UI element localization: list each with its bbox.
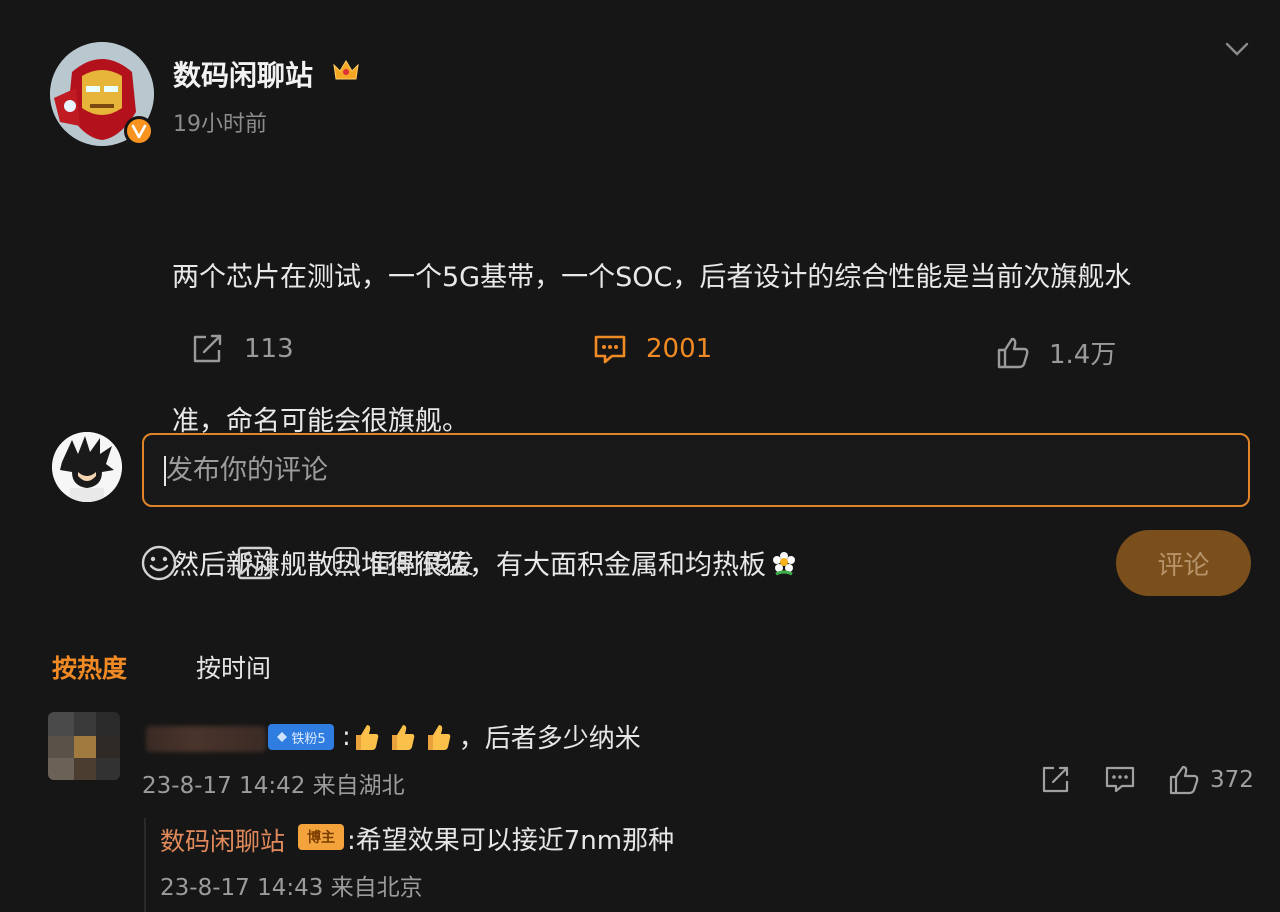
comment-like-action[interactable]: 372	[1168, 764, 1254, 796]
share-icon	[193, 334, 222, 363]
tab-sort-by-time[interactable]: 按时间	[196, 649, 271, 685]
commenter-name-redacted	[146, 726, 266, 752]
post-body-line: 两个芯片在测试，一个5G基带，一个SOC，后者设计的综合性能是当前次旗舰水	[172, 262, 1132, 293]
verified-badge-icon	[124, 116, 154, 146]
chevron-down-icon[interactable]	[1222, 38, 1252, 60]
flower-emoji-icon	[770, 546, 798, 576]
comment-share-icon[interactable]	[1040, 764, 1072, 796]
submit-comment-button[interactable]: 评论	[1116, 530, 1251, 596]
diamond-icon	[277, 732, 288, 742]
comment-icon	[594, 335, 626, 364]
emoji-icon[interactable]	[140, 544, 178, 582]
comment-action[interactable]: 2001	[592, 332, 712, 366]
weibo-post-page: 数码闲聊站 19小时前 两个芯片在测试，一个5G基带，一个SOC，后者设计的综合…	[0, 0, 1280, 912]
thumbs-up-emoji-icon	[355, 724, 379, 750]
like-action[interactable]: 1.4万	[995, 334, 1116, 371]
reply-author-name[interactable]: 数码闲聊站	[160, 822, 285, 858]
image-upload-icon[interactable]	[236, 544, 274, 582]
thumbs-up-emoji-icon	[427, 724, 451, 750]
comment-text-body: ，后者多少纳米	[458, 724, 641, 754]
thumbs-up-icon	[1169, 765, 1199, 795]
crown-icon	[331, 56, 361, 84]
fan-level-label: 铁粉5	[291, 731, 326, 747]
tab-sort-by-hot[interactable]: 按热度	[52, 649, 127, 685]
blogger-badge: 博主	[298, 824, 344, 850]
post-author-name[interactable]: 数码闲聊站	[173, 54, 313, 94]
post-body: 两个芯片在测试，一个5G基带，一个SOC，后者设计的综合性能是当前次旗舰水 准，…	[172, 158, 1252, 686]
comment-reply-icon[interactable]	[1104, 764, 1136, 796]
thumbs-up-icon	[997, 337, 1029, 368]
post-time: 19小时前	[173, 112, 267, 137]
like-count: 1.4万	[1049, 340, 1117, 370]
repost-label[interactable]: 同时转发	[370, 544, 474, 581]
comment-input[interactable]	[142, 433, 1250, 507]
share-action[interactable]: 113	[190, 332, 294, 366]
share-count: 113	[244, 334, 294, 364]
colon: :	[342, 721, 351, 752]
comment-like-count: 372	[1210, 767, 1254, 793]
comment-count: 2001	[646, 334, 713, 364]
thumbs-up-emoji-icon	[391, 724, 415, 750]
repost-checkbox[interactable]	[333, 547, 359, 573]
reply-text: :希望效果可以接近7nm那种	[347, 826, 675, 856]
comment-text: : ，后者多少纳米	[342, 718, 641, 755]
commenter-avatar[interactable]	[48, 712, 120, 780]
current-user-avatar[interactable]	[52, 432, 122, 502]
reply-meta: 23-8-17 14:43 来自北京	[160, 875, 423, 901]
fan-level-badge: 铁粉5	[268, 724, 334, 750]
comment-meta: 23-8-17 14:42 来自湖北	[142, 773, 405, 799]
reply-divider	[144, 818, 146, 912]
text-cursor	[164, 456, 166, 486]
